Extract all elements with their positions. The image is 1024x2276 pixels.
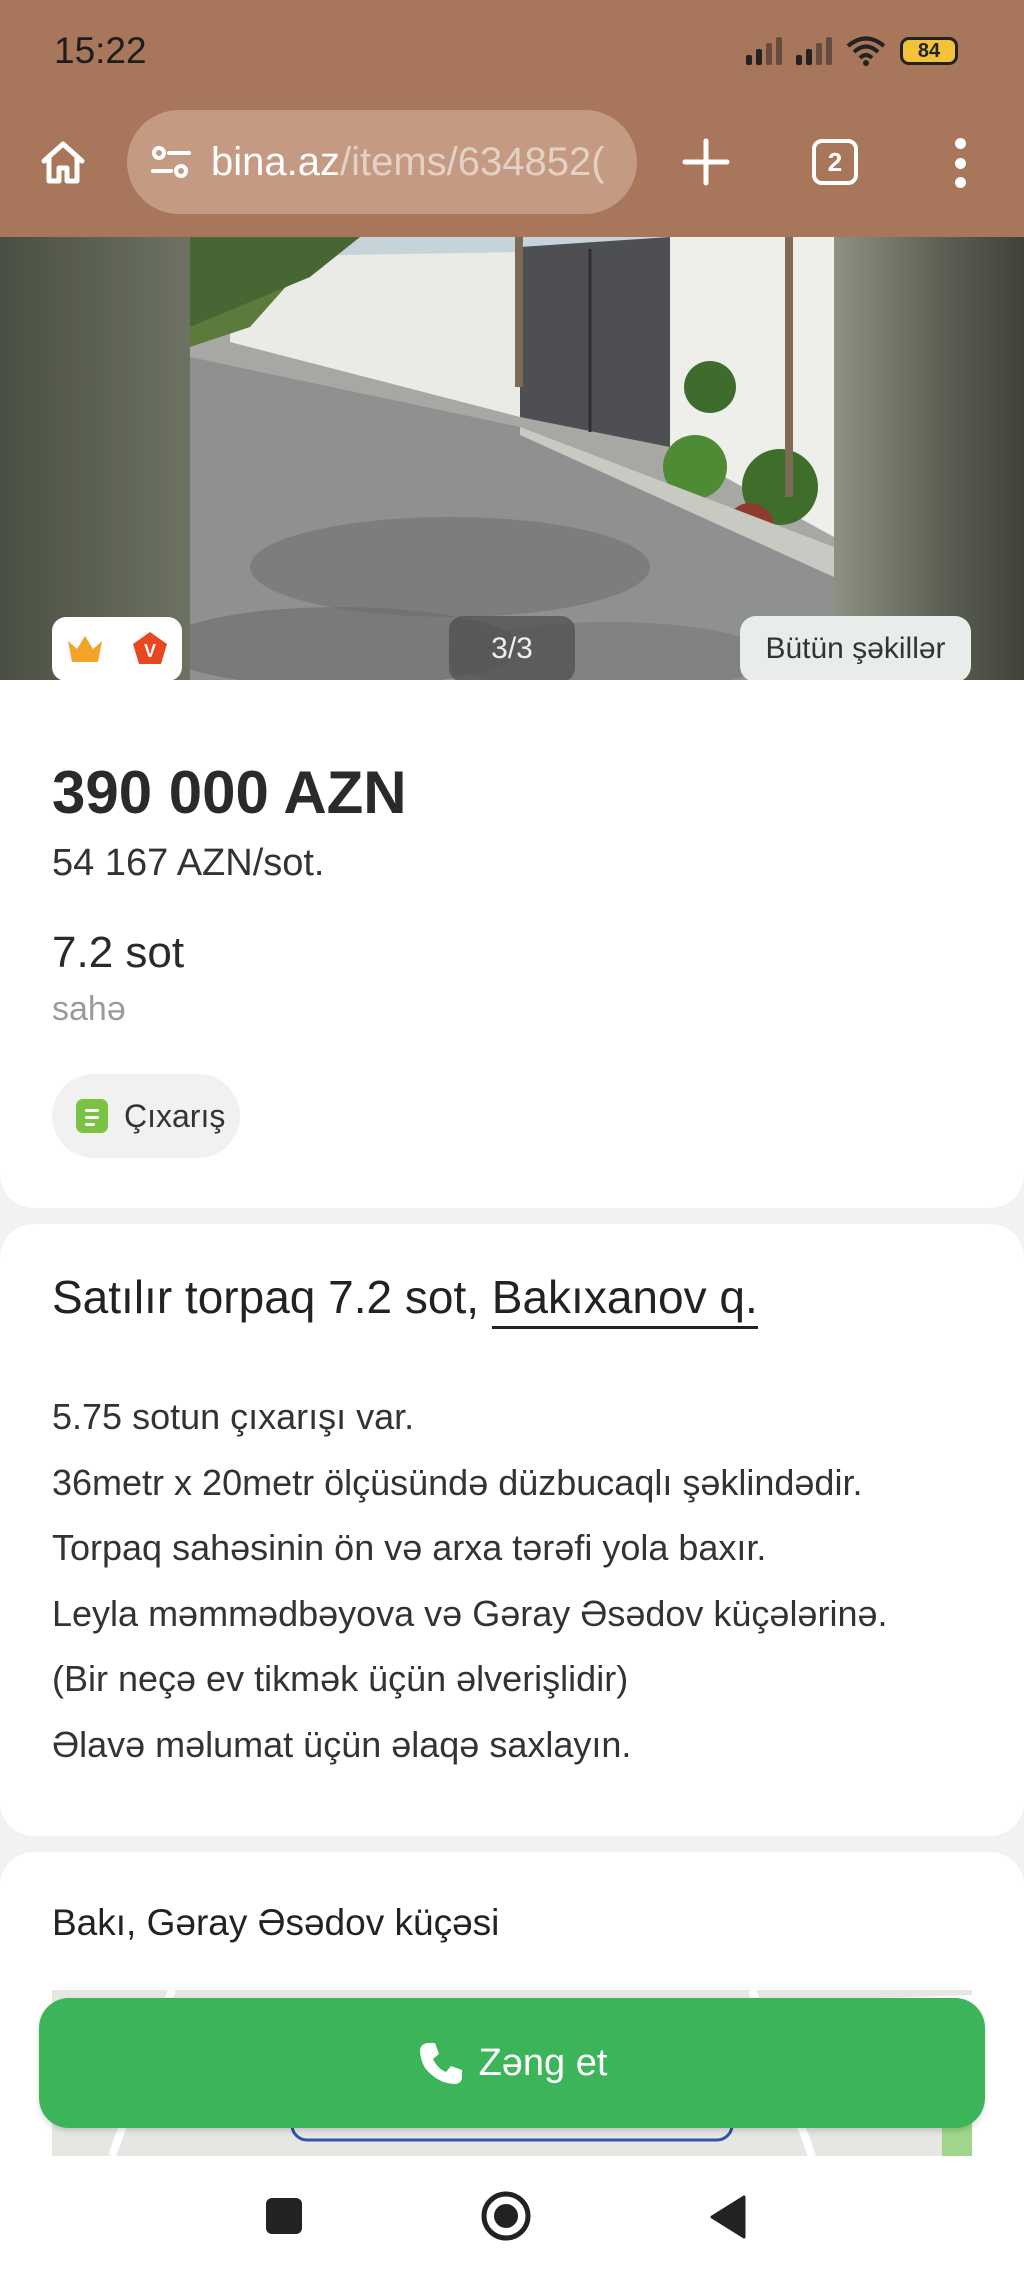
svg-text:V: V bbox=[144, 641, 156, 661]
call-button[interactable]: Zəng et bbox=[39, 1998, 985, 2128]
price-per-sot: 54 167 AZN/sot. bbox=[52, 842, 325, 884]
call-label: Zəng et bbox=[478, 2041, 608, 2084]
document-icon bbox=[76, 1099, 108, 1133]
all-photos-button[interactable]: Bütün şəkillər bbox=[740, 616, 971, 682]
tab-switcher-icon[interactable]: 2 bbox=[812, 139, 858, 185]
listing-description: 5.75 sotun çıxarışı var. 36metr x 20metr… bbox=[52, 1384, 992, 1777]
area-label: sahə bbox=[52, 990, 126, 1028]
document-chip[interactable]: Çıxarış bbox=[52, 1074, 240, 1158]
battery-icon: 84 bbox=[900, 37, 958, 65]
location-link[interactable]: Bakıxanov q. bbox=[491, 1271, 758, 1329]
document-label: Çıxarış bbox=[124, 1097, 226, 1134]
recent-apps-icon[interactable] bbox=[266, 2198, 302, 2234]
description-line: Torpaq sahəsinin ön və arxa tərəfi yola … bbox=[52, 1527, 767, 1568]
photo-gallery[interactable]: V 3/3 Bütün şəkillər bbox=[0, 237, 1024, 707]
area-value: 7.2 sot bbox=[52, 928, 185, 977]
description-line: (Bir neçə ev tikmək üçün əlverişlidir) bbox=[52, 1658, 629, 1699]
url-domain: bina.az bbox=[211, 139, 340, 184]
home-nav-icon[interactable] bbox=[480, 2190, 532, 2242]
description-line: Əlavə məlumat üçün əlaqə saxlayın. bbox=[52, 1723, 632, 1765]
url-text[interactable]: bina.az/items/634852( bbox=[211, 140, 605, 185]
vip-badge-icon: V bbox=[133, 632, 167, 664]
wifi-icon bbox=[846, 36, 886, 66]
address: Bakı, Gəray Əsədov küçəsi bbox=[52, 1902, 500, 1943]
back-nav-icon[interactable] bbox=[708, 2195, 748, 2239]
listing-title: Satılır torpaq 7.2 sot, Bakıxanov q. bbox=[52, 1270, 758, 1329]
url-path: /items/634852( bbox=[339, 139, 605, 184]
plus-icon[interactable] bbox=[681, 133, 731, 191]
signal-icon bbox=[746, 37, 782, 65]
site-settings-icon[interactable] bbox=[149, 140, 193, 184]
signal-icon-2 bbox=[796, 37, 832, 65]
address-bar[interactable]: bina.az/items/634852( bbox=[127, 110, 637, 214]
description-line: 36metr x 20metr ölçüsündə düzbucaqlı şək… bbox=[52, 1461, 863, 1503]
home-icon[interactable] bbox=[34, 133, 92, 191]
photo-counter: 3/3 bbox=[449, 616, 575, 682]
listing-title-text: Satılır torpaq 7.2 sot, bbox=[52, 1271, 480, 1323]
phone-icon bbox=[419, 2043, 462, 2084]
description-line: Leyla məmmədbəyova və Gəray Əsədov küçəl… bbox=[52, 1592, 888, 1634]
browser-header: 15:22 84 bina.az/items/634852(2 bbox=[0, 0, 1024, 237]
promo-badges: V bbox=[52, 617, 182, 681]
status-time: 15:22 bbox=[54, 30, 147, 71]
status-icons: 84 bbox=[746, 32, 958, 70]
description-line: 5.75 sotun çıxarışı var. bbox=[52, 1396, 415, 1437]
price: 390 000 AZN bbox=[52, 759, 407, 826]
crown-icon bbox=[68, 636, 102, 662]
more-menu-icon[interactable] bbox=[952, 138, 968, 188]
